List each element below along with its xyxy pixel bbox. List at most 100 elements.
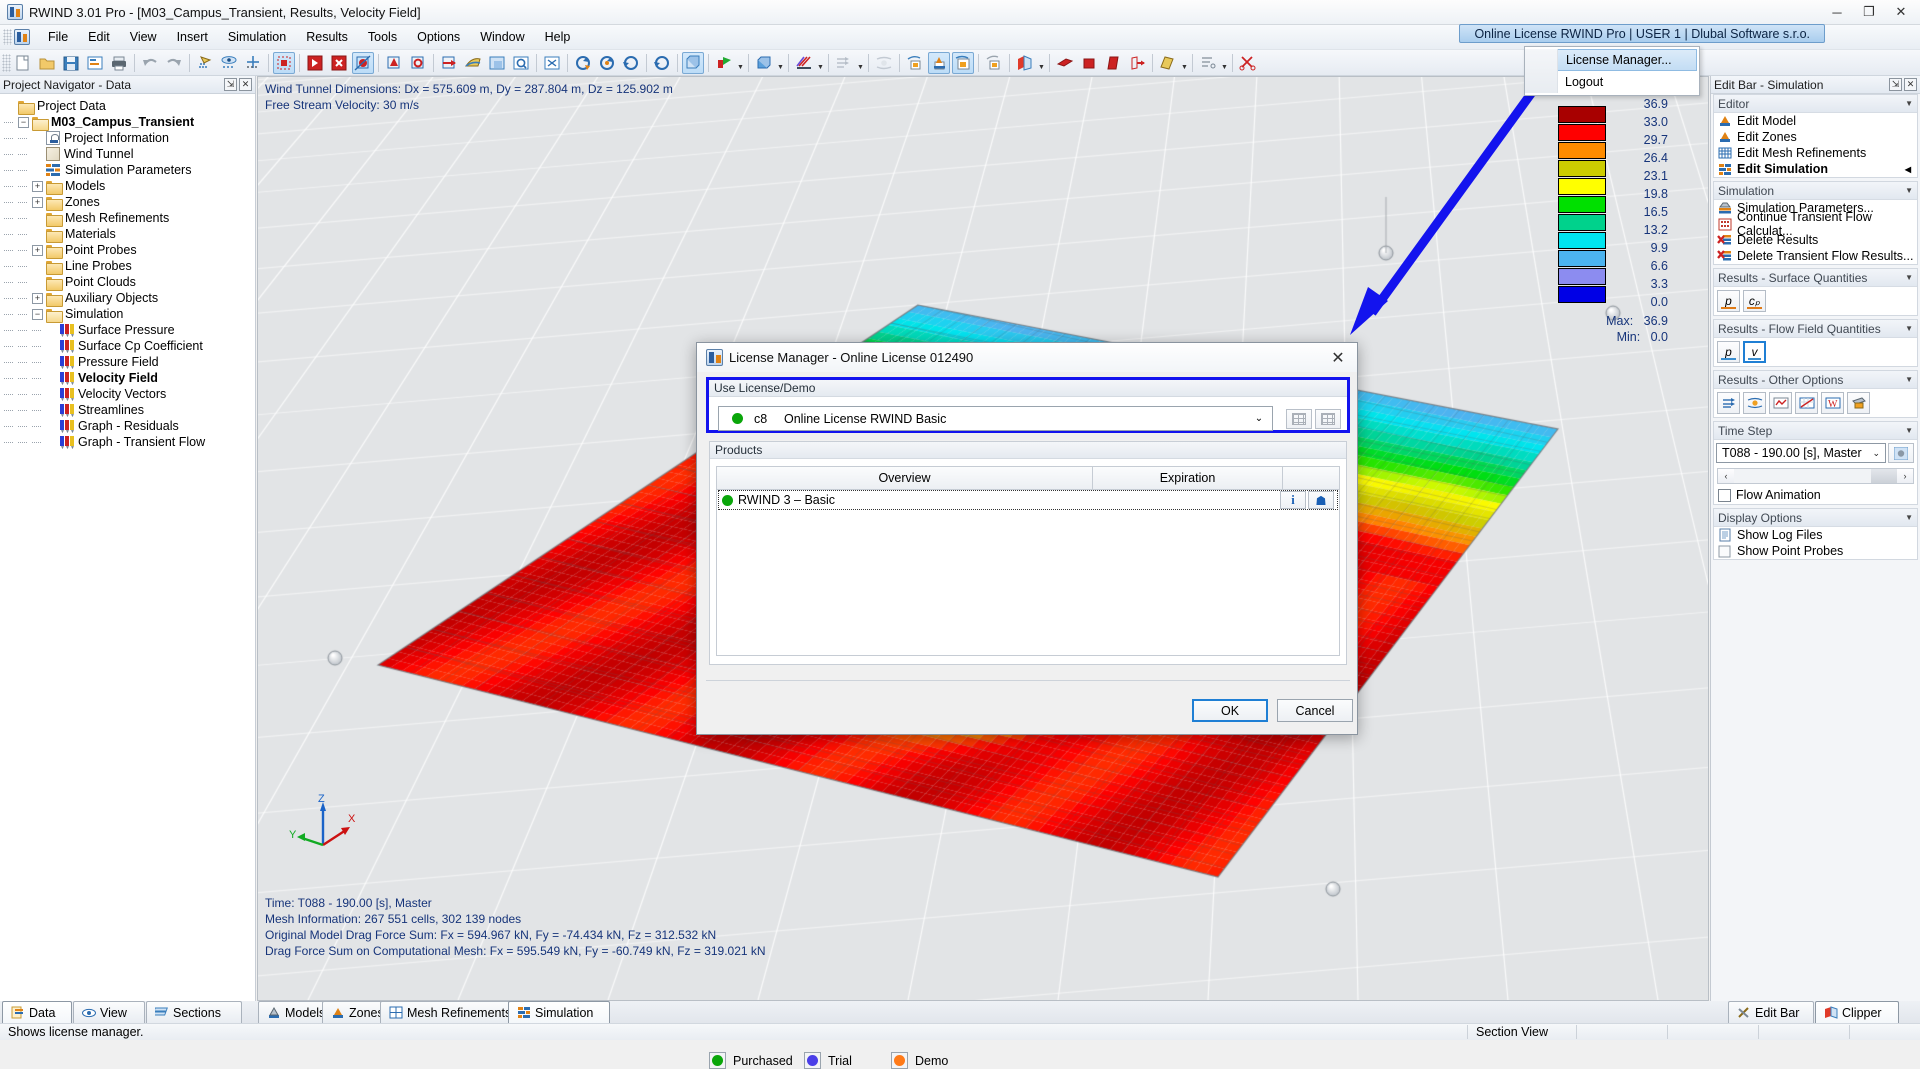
ok-button[interactable]: OK bbox=[1192, 699, 1268, 722]
show-point-probes-item[interactable]: Show Point Probes bbox=[1714, 543, 1917, 559]
close-icon[interactable]: ✕ bbox=[239, 78, 252, 91]
close-icon[interactable]: ✕ bbox=[1904, 78, 1917, 91]
chevron-down-icon[interactable]: ▼ bbox=[1905, 186, 1913, 195]
chevron-down-icon[interactable]: ▼ bbox=[1905, 426, 1913, 435]
menu-window[interactable]: Window bbox=[470, 26, 534, 48]
toolbar-hatch-icon[interactable] bbox=[793, 52, 815, 74]
toolbar-zoom-icon[interactable] bbox=[510, 52, 532, 74]
toolbar-rot2-icon[interactable] bbox=[383, 52, 405, 74]
license-manage-button[interactable] bbox=[1315, 408, 1341, 429]
toolbar-res2-icon[interactable] bbox=[928, 51, 950, 74]
tree-item-project-information[interactable]: Project Information bbox=[4, 130, 255, 146]
delete-transient-results-item[interactable]: Delete Transient Flow Results... bbox=[1714, 248, 1917, 264]
edit-simulation-item[interactable]: Edit Simulation ◀ bbox=[1714, 161, 1917, 177]
tree-item-simulation-parameters[interactable]: Simulation Parameters bbox=[4, 162, 255, 178]
tab-view[interactable]: View bbox=[73, 1001, 145, 1023]
tree-item-pressure-field[interactable]: ▼ ▼ ▼ Pressure Field bbox=[4, 354, 255, 370]
license-detail-button[interactable] bbox=[1286, 408, 1312, 429]
tree-item-velocity-vectors[interactable]: ▼ ▼ ▼ Velocity Vectors bbox=[4, 386, 255, 402]
time-step-select[interactable]: T088 - 190.00 [s], Master ⌄ bbox=[1716, 443, 1886, 463]
tab-clipper[interactable]: Clipper bbox=[1815, 1001, 1899, 1023]
toolbar-plane3-icon[interactable] bbox=[1102, 52, 1124, 74]
tree-item-point-probes[interactable]: + Point Probes bbox=[4, 242, 255, 259]
expand-icon[interactable]: + bbox=[32, 196, 43, 208]
chevron-down-icon[interactable]: ▼ bbox=[1905, 99, 1913, 108]
tree-item-materials[interactable]: Materials bbox=[4, 226, 255, 243]
column-overview[interactable]: Overview bbox=[717, 467, 1093, 489]
time-step-header[interactable]: Time Step ▼ bbox=[1714, 422, 1917, 440]
toolbar-dropdown-caret[interactable]: ▼ bbox=[736, 52, 745, 74]
tree-item-wind-tunnel[interactable]: Wind Tunnel bbox=[4, 146, 255, 162]
flow-animation-checkbox[interactable] bbox=[1718, 488, 1731, 502]
toolbar-plane4-icon[interactable] bbox=[1126, 52, 1148, 74]
toolbar-persp-icon[interactable] bbox=[486, 52, 508, 74]
toolbar-wave-icon[interactable] bbox=[873, 52, 895, 74]
restore-button[interactable]: ❐ bbox=[1854, 2, 1884, 22]
license-select[interactable]: c8 Online License RWIND Basic ⌄ bbox=[718, 406, 1273, 431]
edit-mesh-refinements-item[interactable]: Edit Mesh Refinements bbox=[1714, 145, 1917, 161]
toolbar-dropdown-caret[interactable]: ▼ bbox=[776, 52, 785, 74]
toolbar-cube3-icon[interactable] bbox=[682, 51, 704, 74]
toolbar-dropdown-caret[interactable]: ▼ bbox=[1220, 52, 1229, 74]
chevron-down-icon[interactable]: ▼ bbox=[1905, 324, 1913, 333]
toolbar-paint-icon[interactable] bbox=[1157, 52, 1179, 74]
vectors-icon[interactable] bbox=[1717, 392, 1740, 414]
toolbar-rot4-icon[interactable] bbox=[438, 52, 460, 74]
menu-options[interactable]: Options bbox=[407, 26, 470, 48]
menu-item-logout[interactable]: Logout bbox=[1525, 71, 1699, 93]
chart-icon[interactable] bbox=[1795, 392, 1818, 414]
chevron-down-icon[interactable]: ▼ bbox=[1905, 513, 1913, 522]
cancel-button[interactable]: Cancel bbox=[1277, 699, 1353, 722]
menu-grip-handle[interactable] bbox=[3, 29, 12, 45]
tree-item-models[interactable]: + Models bbox=[4, 178, 255, 195]
toolbar-rot3-icon[interactable] bbox=[407, 52, 429, 74]
graph-icon[interactable] bbox=[1769, 392, 1792, 414]
toolbar-redo-icon[interactable] bbox=[163, 52, 185, 74]
toolbar-res4-icon[interactable] bbox=[983, 52, 1005, 74]
tree-item-graph-transient-flow[interactable]: ▼ ▼ ▼ Graph - Transient Flow bbox=[4, 434, 255, 450]
tree-item-simulation[interactable]: − Simulation bbox=[4, 306, 255, 323]
toolbar-rot8-icon[interactable] bbox=[651, 52, 673, 74]
time-step-thumb[interactable] bbox=[1871, 469, 1897, 483]
time-step-settings-button[interactable] bbox=[1888, 443, 1914, 463]
tree-item-graph-residuals[interactable]: ▼ ▼ ▼ Graph - Residuals bbox=[4, 418, 255, 434]
toolbar-dropdown-caret[interactable]: ▼ bbox=[1037, 52, 1046, 74]
dialog-close-button[interactable]: ✕ bbox=[1323, 347, 1353, 369]
menu-results[interactable]: Results bbox=[296, 26, 358, 48]
toolbar-print-icon[interactable] bbox=[108, 52, 130, 74]
toolbar-save-icon[interactable] bbox=[60, 52, 82, 74]
toolbar-rot5-icon[interactable] bbox=[572, 52, 594, 74]
tree-item-velocity-field[interactable]: ▼ ▼ ▼ Velocity Field bbox=[4, 370, 255, 386]
tab-sections[interactable]: Sections bbox=[146, 1001, 242, 1023]
expand-icon[interactable]: + bbox=[32, 292, 43, 304]
show-log-files-item[interactable]: Show Log Files bbox=[1714, 527, 1917, 543]
toolbar-sel-box-icon[interactable] bbox=[273, 51, 295, 74]
streamlines-icon[interactable] bbox=[1743, 392, 1766, 414]
chevron-down-icon[interactable]: ▼ bbox=[1905, 375, 1913, 384]
expand-icon[interactable]: + bbox=[32, 180, 43, 192]
simulation-section-header[interactable]: Simulation ▼ bbox=[1714, 182, 1917, 200]
menu-tools[interactable]: Tools bbox=[358, 26, 407, 48]
surface-pressure-button[interactable]: p bbox=[1717, 290, 1740, 312]
toolbar-open-icon[interactable] bbox=[36, 52, 58, 74]
tree-item-surface-pressure[interactable]: ▼ ▼ ▼ Surface Pressure bbox=[4, 322, 255, 338]
menu-edit[interactable]: Edit bbox=[78, 26, 120, 48]
toolbar-grip-handle[interactable] bbox=[2, 53, 11, 72]
tab-mesh-refinements[interactable]: Mesh Refinements bbox=[380, 1001, 526, 1023]
toolbar-plane2-icon[interactable] bbox=[1078, 52, 1100, 74]
tree-item-surface-cp-coefficient[interactable]: ▼ ▼ ▼ Surface Cp Coefficient bbox=[4, 338, 255, 354]
pressure-field-button[interactable]: p bbox=[1717, 341, 1740, 363]
tree-item-streamlines[interactable]: ▼ ▼ ▼ Streamlines bbox=[4, 402, 255, 418]
toolbar-red2-icon[interactable] bbox=[328, 52, 350, 74]
pin-icon[interactable]: ⇲ bbox=[1889, 78, 1902, 91]
tab-data[interactable]: Data bbox=[2, 1001, 72, 1023]
tree-item-auxiliary-objects[interactable]: + Auxiliary Objects bbox=[4, 290, 255, 307]
license-status-button[interactable]: Online License RWIND Pro | USER 1 | Dlub… bbox=[1459, 24, 1825, 43]
toolbar-flow-icon[interactable] bbox=[833, 52, 855, 74]
toolbar-doc-icon[interactable] bbox=[12, 52, 34, 74]
toolbar-scis2-icon[interactable] bbox=[1237, 52, 1259, 74]
tree-item-mesh-refinements[interactable]: Mesh Refinements bbox=[4, 210, 255, 227]
menu-view[interactable]: View bbox=[120, 26, 167, 48]
expand-icon[interactable]: + bbox=[32, 244, 43, 256]
tree-item-zones[interactable]: + Zones bbox=[4, 194, 255, 211]
